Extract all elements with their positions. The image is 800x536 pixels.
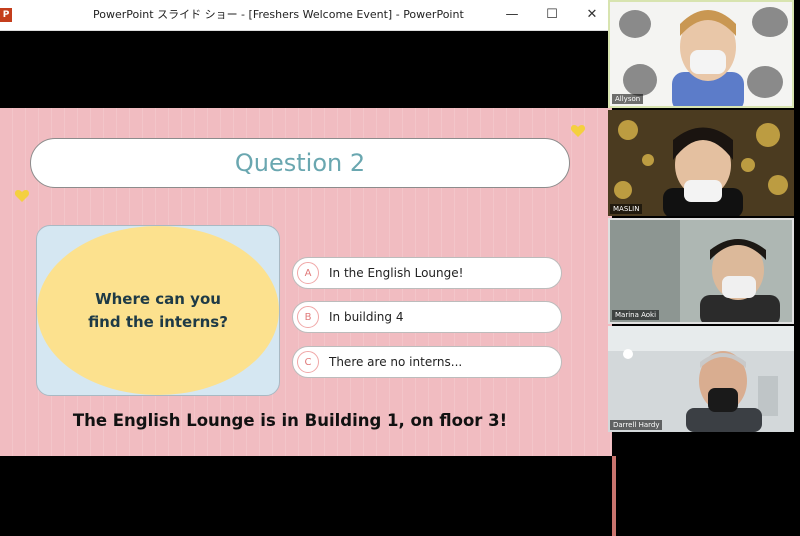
answer-option-c[interactable]: C There are no interns... [292,346,562,378]
question-title: Question 2 [234,149,366,177]
question-banner: Question 2 [30,138,570,188]
webcam-video [608,326,794,432]
close-button[interactable]: ✕ [572,0,612,30]
title-bar: P PowerPoint スライド ショー - [Freshers Welcom… [0,0,612,31]
webcam-video [608,110,794,216]
answer-text: There are no interns... [329,355,463,369]
slide[interactable]: Question 2 Where can you find the intern… [0,108,612,456]
heart-icon [14,190,30,202]
question-card: Where can you find the interns? [36,225,280,396]
participant-name: Marina Aoki [612,310,660,320]
maximize-button[interactable]: ☐ [532,0,572,30]
answer-option-b[interactable]: B In building 4 [292,301,562,333]
participant-name: Darrell Hardy [610,420,663,430]
participant-name: Allyson [612,94,644,104]
participant-video-tile[interactable]: MASLIN [608,110,794,216]
question-oval: Where can you find the interns? [37,226,279,395]
participant-video-tile[interactable]: Allyson [608,0,794,108]
answer-note: The English Lounge is in Building 1, on … [72,411,508,430]
webcam-video [610,220,792,322]
window-edge [612,456,616,536]
answer-letter: B [297,306,319,328]
participant-name: MASLIN [610,204,643,214]
answer-letter: A [297,262,319,284]
answer-text: In the English Lounge! [329,266,464,280]
webcam-video [610,2,792,106]
minimize-button[interactable]: — [492,0,532,30]
participant-video-tile[interactable]: Marina Aoki [608,218,794,324]
answer-letter: C [297,351,319,373]
powerpoint-slideshow-window: P PowerPoint スライド ショー - [Freshers Welcom… [0,0,612,536]
question-text: Where can you find the interns? [88,289,228,331]
heart-icon [570,125,586,137]
answer-option-a[interactable]: A In the English Lounge! [292,257,562,289]
answer-text: In building 4 [329,310,404,324]
participant-video-tile[interactable]: Darrell Hardy [608,326,794,432]
